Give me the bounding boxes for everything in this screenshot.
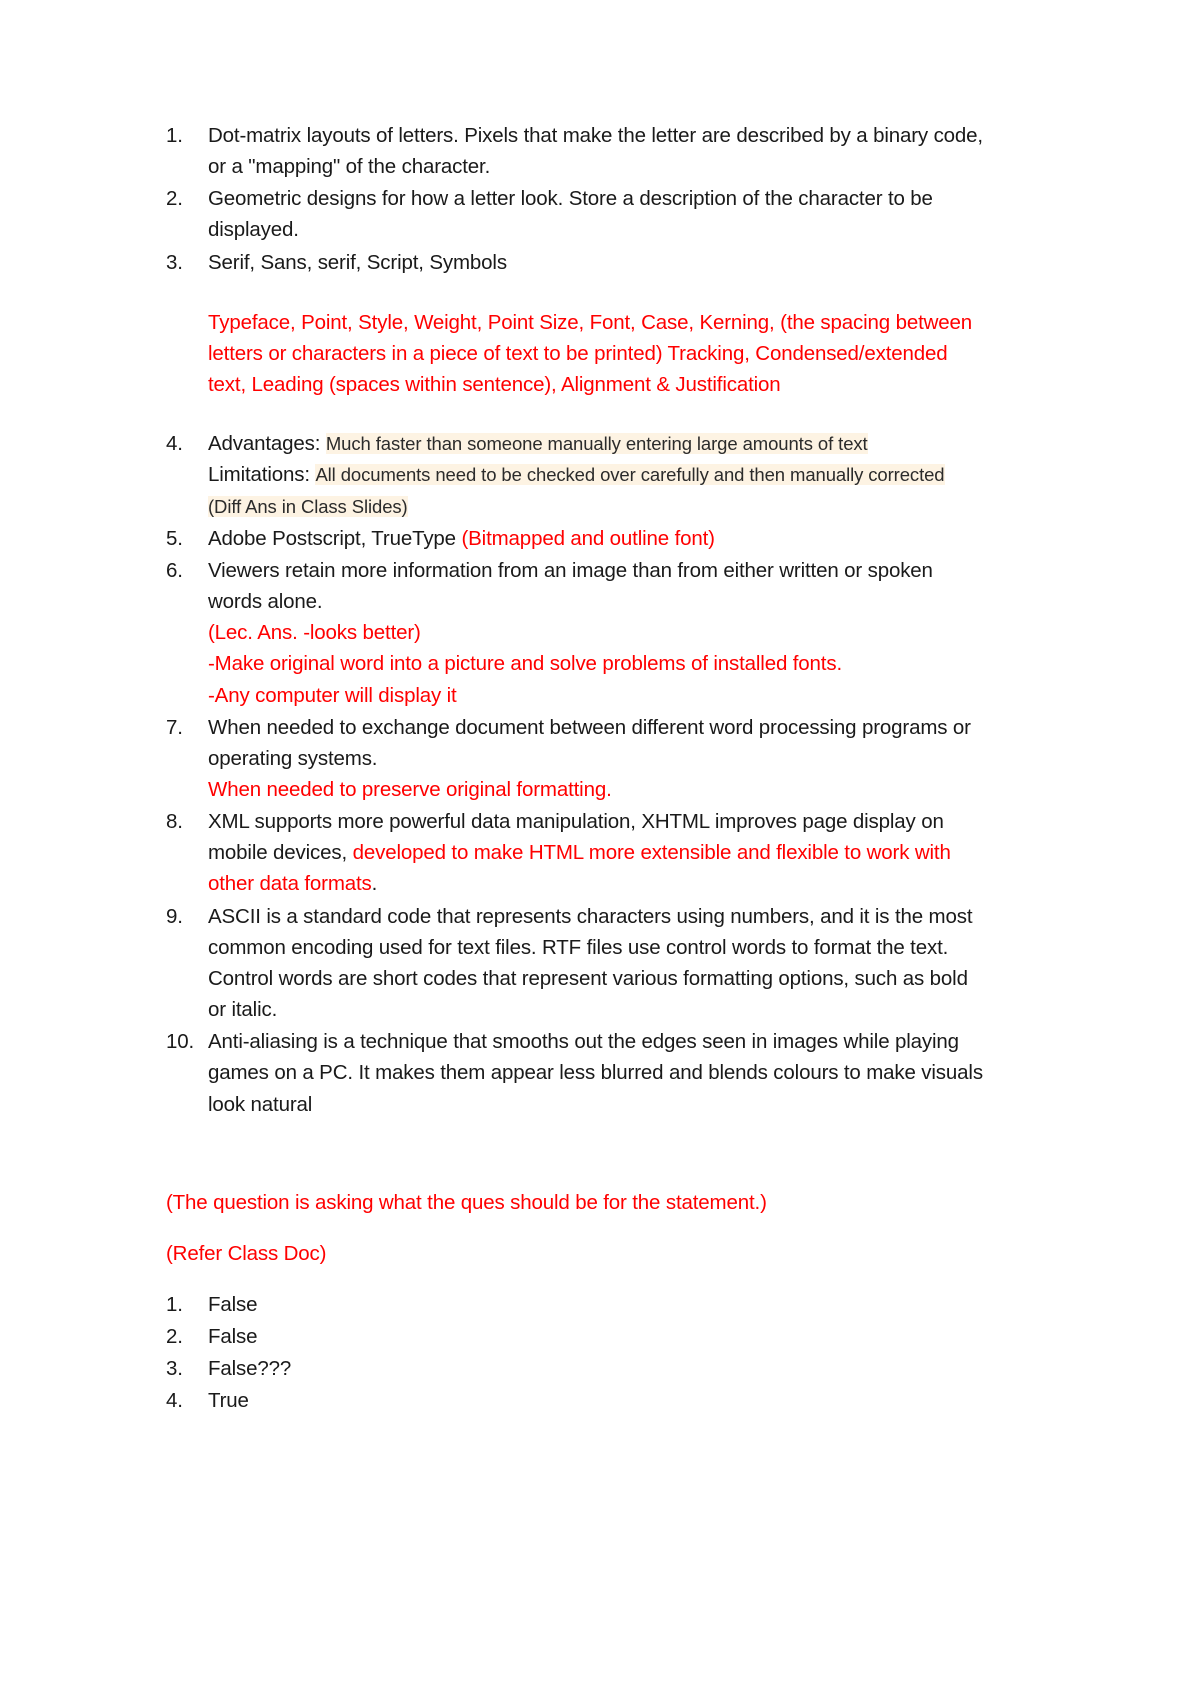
list-item-6: Viewers retain more information from an …	[166, 555, 990, 711]
list-item-3-text: Serif, Sans, serif, Script, Symbols	[208, 250, 507, 274]
answer-item-4: True	[166, 1385, 990, 1416]
document-body: Dot-matrix layouts of letters. Pixels th…	[166, 120, 990, 1417]
spacer-before-red-block	[166, 279, 990, 307]
list-item-10: Anti-aliasing is a technique that smooth…	[166, 1026, 990, 1119]
answer-value-1: False	[208, 1293, 258, 1316]
list-item-9: ASCII is a standard code that represents…	[166, 901, 990, 1026]
answer-item-3: False???	[166, 1353, 990, 1384]
item8-black-text-trailing: .	[371, 872, 378, 896]
item6-red-line-1: (Lec. Ans. -looks better)	[208, 621, 421, 645]
list-item-8: XML supports more powerful data manipula…	[166, 806, 990, 899]
main-numbered-list-continued: Advantages: Much faster than someone man…	[166, 428, 990, 1119]
spacer-between-notes	[166, 1218, 990, 1238]
item7-red-text: When needed to preserve original formatt…	[208, 777, 612, 801]
answer-item-2: False	[166, 1321, 990, 1352]
item6-red-line-2: -Make original word into a picture and s…	[208, 652, 842, 676]
item5-black-text: Adobe Postscript, TrueType	[208, 526, 462, 550]
list-item-2-text: Geometric designs for how a letter look.…	[208, 187, 933, 242]
spacer-before-notes	[166, 1121, 990, 1187]
document-page: Dot-matrix layouts of letters. Pixels th…	[0, 0, 1200, 1698]
item6-black-text: Viewers retain more information from an …	[208, 558, 933, 614]
spacer-before-answers	[166, 1269, 990, 1289]
limitations-label: Limitations:	[208, 463, 310, 487]
item9-text: ASCII is a standard code that represents…	[208, 904, 973, 1022]
advantages-label: Advantages:	[208, 432, 321, 456]
spacer-after-red-block	[166, 400, 990, 428]
list-item-3: Serif, Sans, serif, Script, Symbols	[166, 247, 990, 278]
item4-advantages-line: Advantages: Much faster than someone man…	[208, 428, 990, 459]
list-item-4: Advantages: Much faster than someone man…	[166, 428, 990, 521]
limitations-highlighted-text: All documents need to be checked over ca…	[315, 464, 945, 486]
list-item-1: Dot-matrix layouts of letters. Pixels th…	[166, 120, 990, 182]
list-item-2: Geometric designs for how a letter look.…	[166, 183, 990, 245]
advantages-highlighted-text: Much faster than someone manually enteri…	[325, 433, 868, 455]
answer-value-4: True	[208, 1389, 249, 1413]
note-question-text: (The question is asking what the ques sh…	[166, 1190, 767, 1214]
item4-limitations-line: Limitations: All documents need to be ch…	[208, 459, 990, 490]
answer-value-2: False	[208, 1325, 258, 1349]
answer-item-1: False	[166, 1289, 990, 1320]
main-numbered-list: Dot-matrix layouts of letters. Pixels th…	[166, 120, 990, 278]
item4-note-highlighted-text: (Diff Ans in Class Slides)	[208, 495, 408, 517]
list-item-1-text: Dot-matrix layouts of letters. Pixels th…	[208, 124, 983, 179]
item4-note-line: (Diff Ans in Class Slides)	[208, 491, 990, 522]
item5-red-text: (Bitmapped and outline font)	[461, 526, 715, 550]
item10-text: Anti-aliasing is a technique that smooth…	[208, 1030, 983, 1116]
list-item-5: Adobe Postscript, TrueType (Bitmapped an…	[166, 523, 990, 554]
note-refer-class-doc: (Refer Class Doc)	[166, 1241, 327, 1265]
item7-black-text: When needed to exchange document between…	[208, 715, 971, 770]
item6-red-line-3: -Any computer will display it	[208, 683, 457, 707]
list-item-7: When needed to exchange document between…	[166, 712, 990, 805]
answer-value-3: False???	[208, 1357, 292, 1381]
answers-list: False False False??? True	[166, 1289, 990, 1417]
red-annotation-typography-terms: Typeface, Point, Style, Weight, Point Si…	[208, 310, 973, 397]
